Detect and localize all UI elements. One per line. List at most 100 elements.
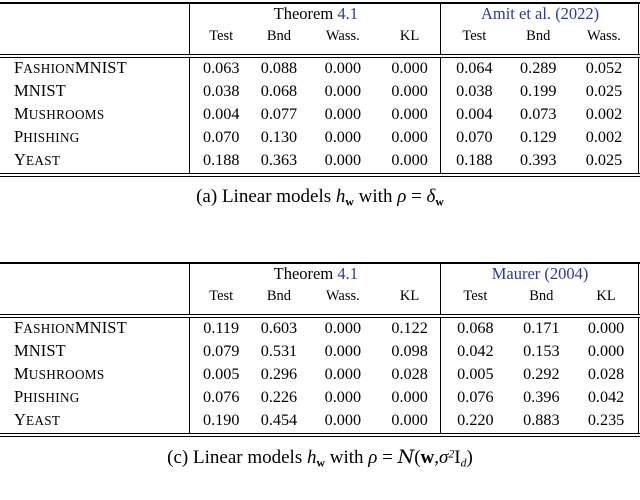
cell: 0.000 <box>324 82 362 100</box>
caption-text: Linear models <box>221 186 332 207</box>
cell: 0.000 <box>324 59 362 77</box>
label-part: F <box>14 318 24 337</box>
group-name[interactable]: Amit et al. <box>481 4 551 23</box>
cell: 0.000 <box>391 151 428 169</box>
cell: 0.363 <box>260 151 298 169</box>
table-row: FASHIONMNIST 0.119 0.603 0.000 0.122 0.0… <box>0 318 640 341</box>
cell: 0.005 <box>457 365 494 383</box>
table-c-label-col-header <box>0 288 190 314</box>
cell: 0.000 <box>391 59 428 77</box>
label-part: MNIST <box>14 341 66 360</box>
cell: 0.052 <box>585 59 623 77</box>
caption-paren-close: ) <box>466 447 473 468</box>
label-part: Y <box>14 150 27 169</box>
group-ref-link[interactable]: (2022) <box>555 4 599 23</box>
cell: 0.038 <box>456 82 493 100</box>
caption-text-mid: with <box>358 186 393 207</box>
cell: 0.068 <box>457 319 494 337</box>
cell: 0.028 <box>587 365 625 383</box>
cell: 0.004 <box>203 105 240 123</box>
table-a-label-col-header <box>0 28 190 54</box>
cell: 0.000 <box>324 411 362 429</box>
cell: 0.000 <box>391 411 428 429</box>
caption-dist-arg-w: w <box>420 447 435 468</box>
row-label-phishing: PHISHING <box>0 127 190 150</box>
col-header-kl-l: KL <box>399 28 420 44</box>
col-header-bnd-r: Bnd <box>526 28 551 44</box>
label-part: P <box>14 127 24 146</box>
cell: 0.002 <box>585 105 623 123</box>
table-row: PHISHING 0.076 0.226 0.000 0.000 0.076 0… <box>0 387 640 410</box>
cell: 0.000 <box>324 388 362 406</box>
cell: 0.070 <box>456 128 493 146</box>
col-header-test-l: Test <box>209 288 234 304</box>
cell: 0.025 <box>585 82 623 100</box>
cell: 0.454 <box>260 411 298 429</box>
label-part: USHROOMS <box>28 107 105 122</box>
group-name[interactable]: Maurer <box>492 264 541 283</box>
cell: 0.296 <box>260 365 298 383</box>
col-header-wass-l: Wass. <box>325 28 360 44</box>
table-row: YEAST 0.190 0.454 0.000 0.000 0.220 0.88… <box>0 410 640 433</box>
table-c-body: FASHIONMNIST 0.119 0.603 0.000 0.122 0.0… <box>0 318 640 433</box>
caption-rho-symbol: ρ <box>397 186 407 207</box>
label-part: ASHION <box>23 321 75 336</box>
group-ref-link[interactable]: (2004) <box>544 264 588 283</box>
col-header-wass-l: Wass. <box>325 288 360 304</box>
table-row: YEAST 0.188 0.363 0.000 0.000 0.188 0.39… <box>0 150 640 173</box>
label-part: MNIST <box>74 318 127 337</box>
col-header-test-r: Test <box>463 288 488 304</box>
table-a-group-header-row: Theorem 4.1 Amit et al. (2022) <box>0 4 640 28</box>
cell: 0.396 <box>523 388 560 406</box>
table-a-block: Theorem 4.1 Amit et al. (2022) Test Bnd … <box>0 2 640 209</box>
cell: 0.025 <box>585 151 623 169</box>
cell: 0.000 <box>324 342 362 360</box>
table-a-group-1-header: Theorem 4.1 <box>191 4 440 28</box>
cell: 0.076 <box>203 388 240 406</box>
cell: 0.188 <box>203 151 240 169</box>
caption-model-symbol: h <box>335 186 346 207</box>
cell: 0.603 <box>260 319 298 337</box>
col-header-kl-l: KL <box>399 288 420 304</box>
cell: 0.068 <box>260 82 298 100</box>
col-header-wass-r: Wass. <box>587 28 621 44</box>
row-label-mnist: MNIST <box>0 341 190 364</box>
cell: 0.129 <box>520 128 557 146</box>
cell: 0.289 <box>520 59 557 77</box>
cell: 0.122 <box>391 319 428 337</box>
caption-tag: (c) <box>167 447 189 468</box>
table-c-group-2-header[interactable]: Maurer (2004) <box>442 264 638 288</box>
cell: 0.070 <box>203 128 240 146</box>
cell: 0.000 <box>391 388 428 406</box>
cell: 0.079 <box>203 342 240 360</box>
col-header-bnd-l: Bnd <box>266 288 292 304</box>
cell: 0.073 <box>520 105 557 123</box>
table-row: PHISHING 0.070 0.130 0.000 0.000 0.070 0… <box>0 127 640 150</box>
cell: 0.393 <box>520 151 557 169</box>
table-row: MUSHROOMS 0.005 0.296 0.000 0.028 0.005 … <box>0 364 640 387</box>
table-a-group-2-header[interactable]: Amit et al. (2022) <box>442 4 638 28</box>
cell: 0.063 <box>203 59 240 77</box>
group-ref-link[interactable]: 4.1 <box>337 264 358 283</box>
cell: 0.171 <box>523 319 560 337</box>
caption-tag: (a) <box>196 186 218 207</box>
label-part: HISHING <box>23 390 80 405</box>
row-label-yeast: YEAST <box>0 410 190 433</box>
row-label-yeast: YEAST <box>0 150 190 173</box>
table-c-block: Theorem 4.1 Maurer (2004) Test Bnd Wass.… <box>0 262 640 470</box>
cell: 0.002 <box>585 128 623 146</box>
table-c: Theorem 4.1 Maurer (2004) Test Bnd Wass.… <box>0 264 640 314</box>
label-part: M <box>14 364 29 383</box>
cell: 0.000 <box>391 105 428 123</box>
cell: 0.153 <box>523 342 560 360</box>
table-a-caption: (a) Linear models hw with ρ = δw <box>0 177 640 209</box>
cell: 0.005 <box>203 365 240 383</box>
label-part: F <box>14 58 24 77</box>
caption-rho-symbol: ρ <box>368 447 378 468</box>
label-part: MNIST <box>74 58 127 77</box>
table-c-caption: (c) Linear models hw with ρ = Ν(w,σ2Id) <box>0 437 640 470</box>
group-ref-link[interactable]: 4.1 <box>337 4 358 23</box>
cell: 0.088 <box>260 59 298 77</box>
cell: 0.292 <box>523 365 560 383</box>
table-c-group-1-header: Theorem 4.1 <box>191 264 440 288</box>
